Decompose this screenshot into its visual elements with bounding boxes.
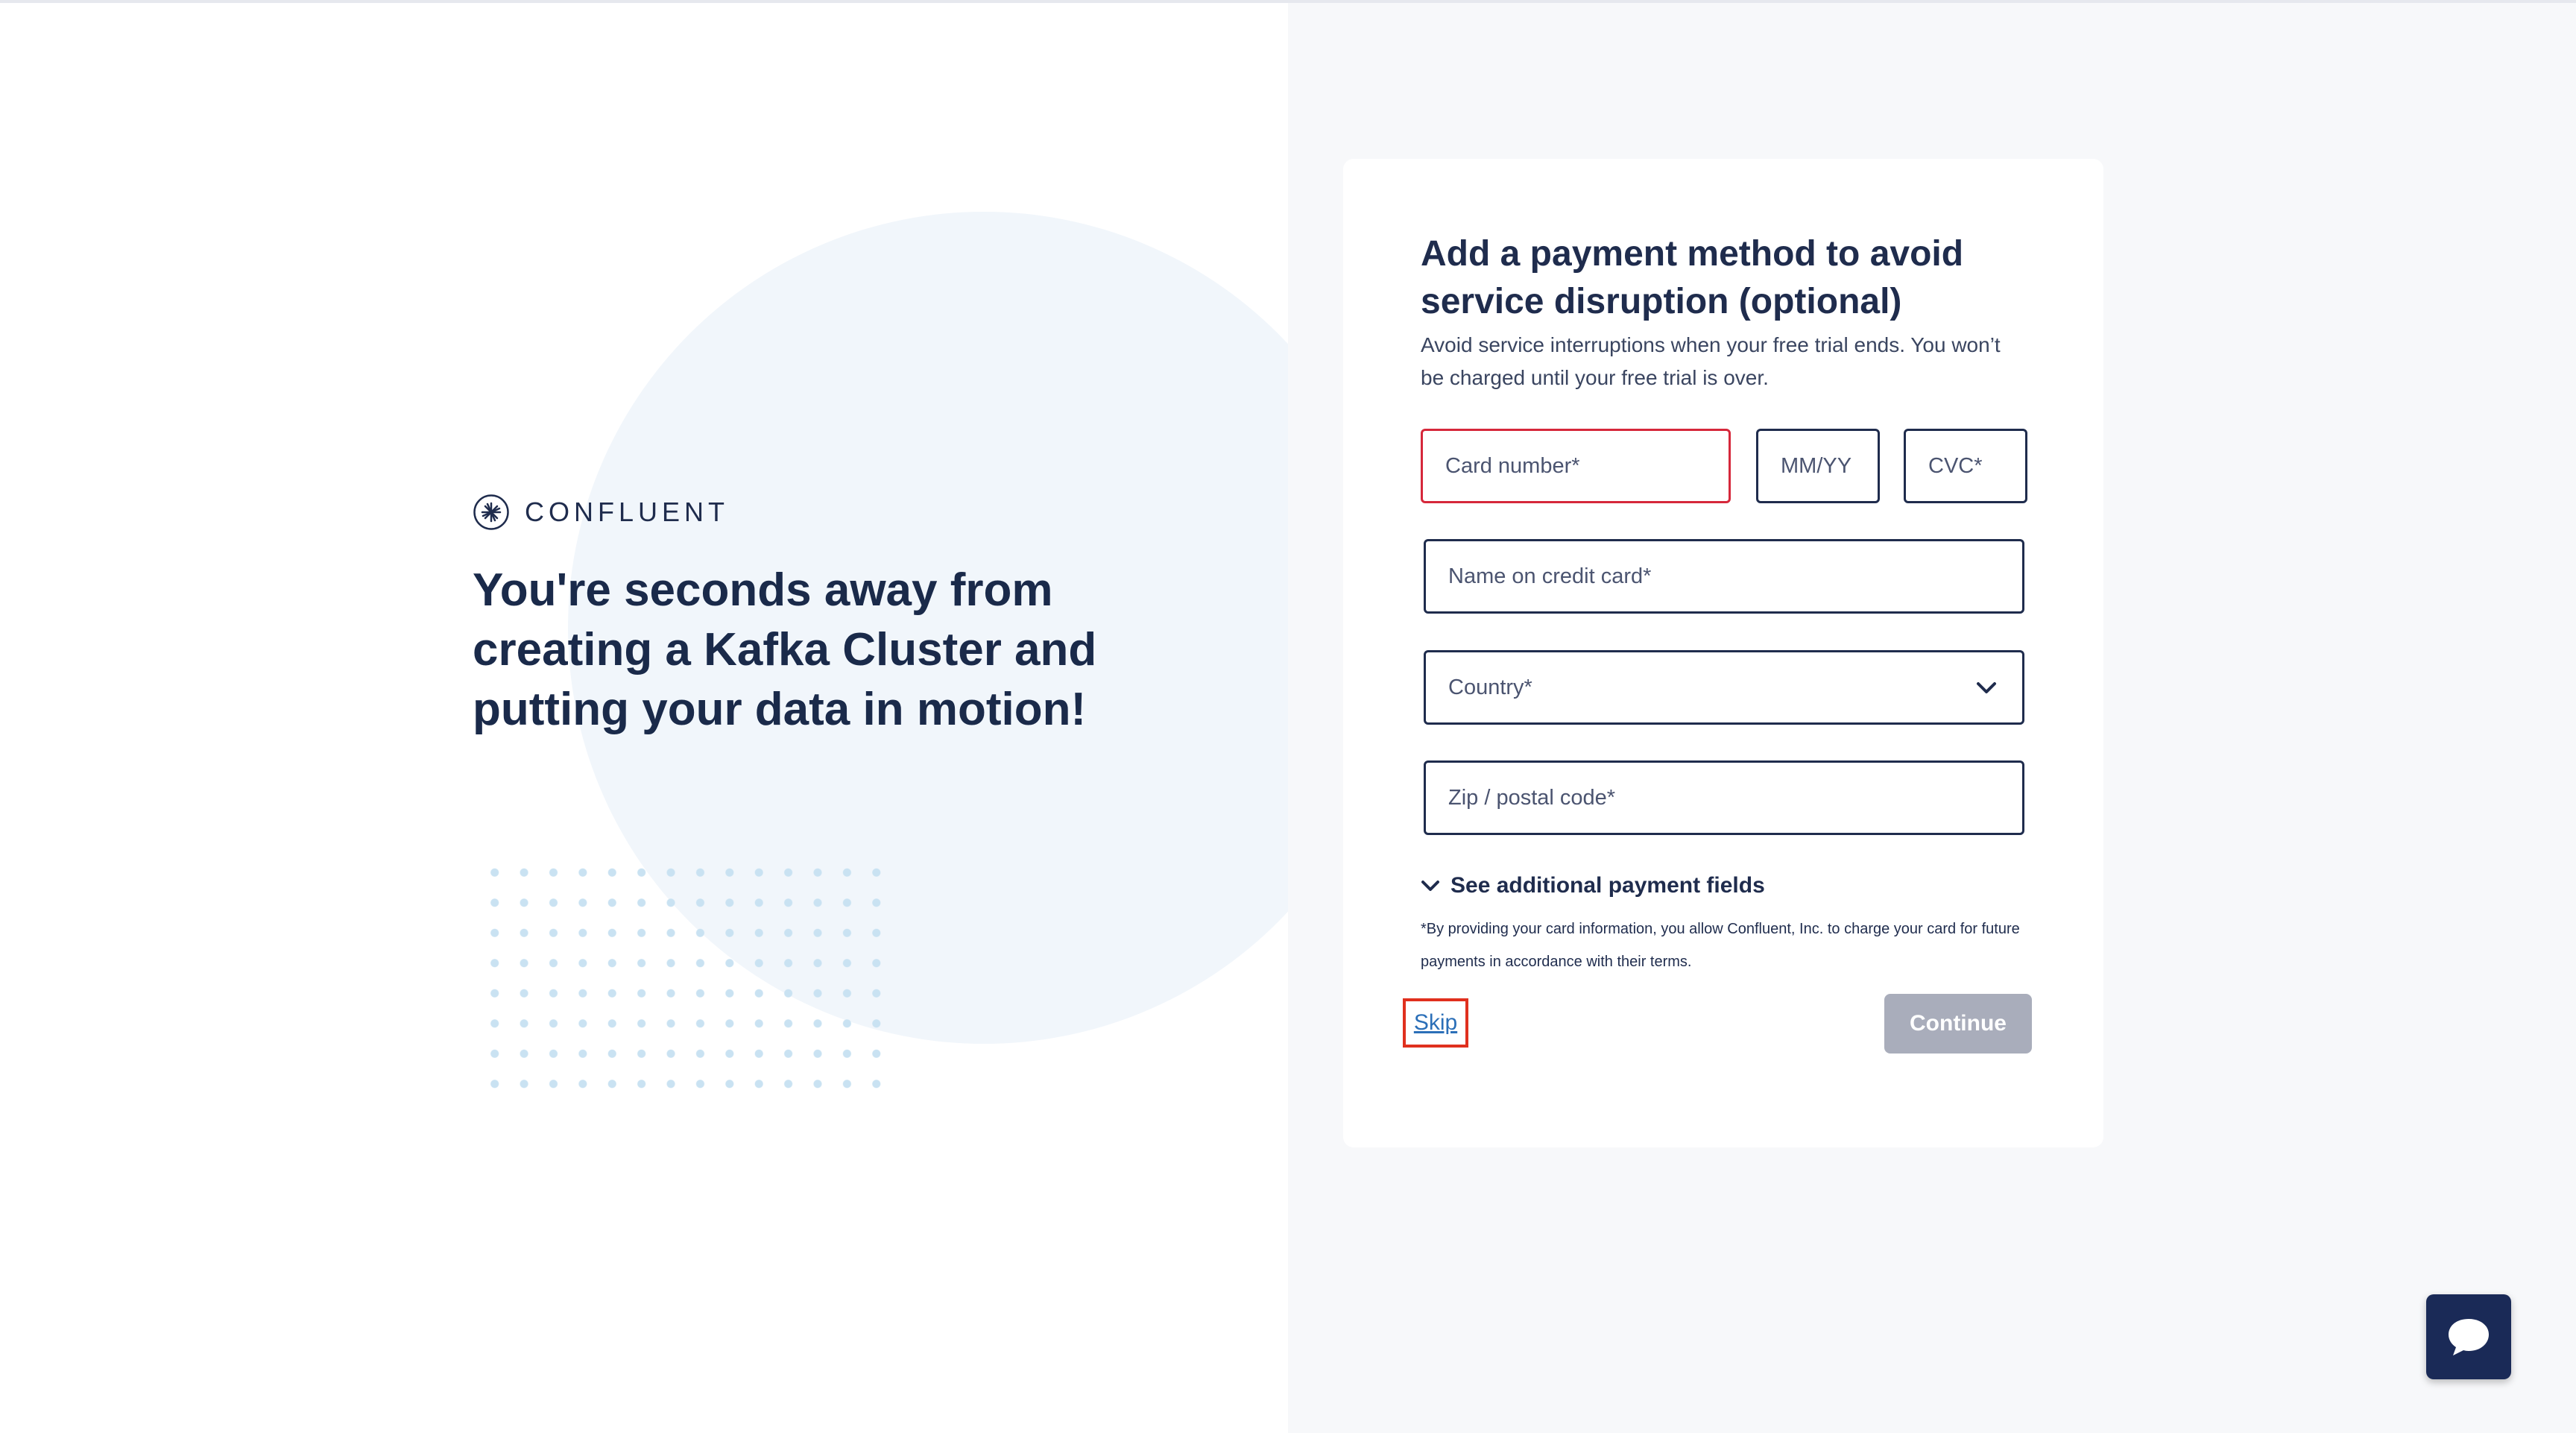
cvc-placeholder: CVC*	[1928, 453, 1983, 478]
chat-bubble-icon	[2449, 1319, 2489, 1355]
payment-card: Add a payment method to avoid service di…	[1343, 159, 2103, 1147]
continue-button[interactable]: Continue	[1884, 994, 2032, 1054]
hero-headline: You're seconds away from creating a Kafk…	[473, 564, 1097, 735]
right-panel: Add a payment method to avoid service di…	[1288, 3, 2576, 1433]
form-title: Add a payment method to avoid service di…	[1421, 234, 1964, 321]
legal-text: *By providing your card information, you…	[1421, 921, 2020, 970]
chat-button[interactable]	[2426, 1294, 2511, 1379]
dot-pattern	[480, 857, 897, 1089]
additional-fields-toggle[interactable]: See additional payment fields	[1421, 873, 1765, 898]
skip-highlight: Skip	[1403, 998, 1468, 1048]
name-on-card-input[interactable]: Name on credit card*	[1424, 539, 2024, 614]
name-placeholder: Name on credit card*	[1448, 564, 1652, 588]
expiry-input[interactable]: MM/YY	[1756, 429, 1880, 503]
zip-input[interactable]: Zip / postal code*	[1424, 760, 2024, 835]
card-number-input[interactable]: Card number*	[1421, 429, 1731, 503]
zip-placeholder: Zip / postal code*	[1448, 785, 1616, 810]
brand-logo: CONFLUENT	[473, 494, 729, 531]
country-select[interactable]: Country*	[1424, 650, 2024, 725]
country-placeholder: Country*	[1448, 675, 1532, 699]
card-number-placeholder: Card number*	[1445, 453, 1580, 478]
expiry-placeholder: MM/YY	[1781, 453, 1852, 478]
chevron-down-icon	[1977, 682, 1996, 693]
additional-fields-label: See additional payment fields	[1450, 873, 1765, 898]
skip-link[interactable]: Skip	[1414, 1010, 1457, 1036]
form-subtitle: Avoid service interruptions when your fr…	[1421, 333, 2001, 389]
confluent-logo-icon	[473, 494, 509, 530]
left-panel: CONFLUENT You're seconds away from creat…	[0, 3, 1288, 1433]
chevron-down-icon	[1421, 881, 1439, 891]
cvc-input[interactable]: CVC*	[1904, 429, 2027, 503]
brand-name: CONFLUENT	[525, 497, 730, 527]
